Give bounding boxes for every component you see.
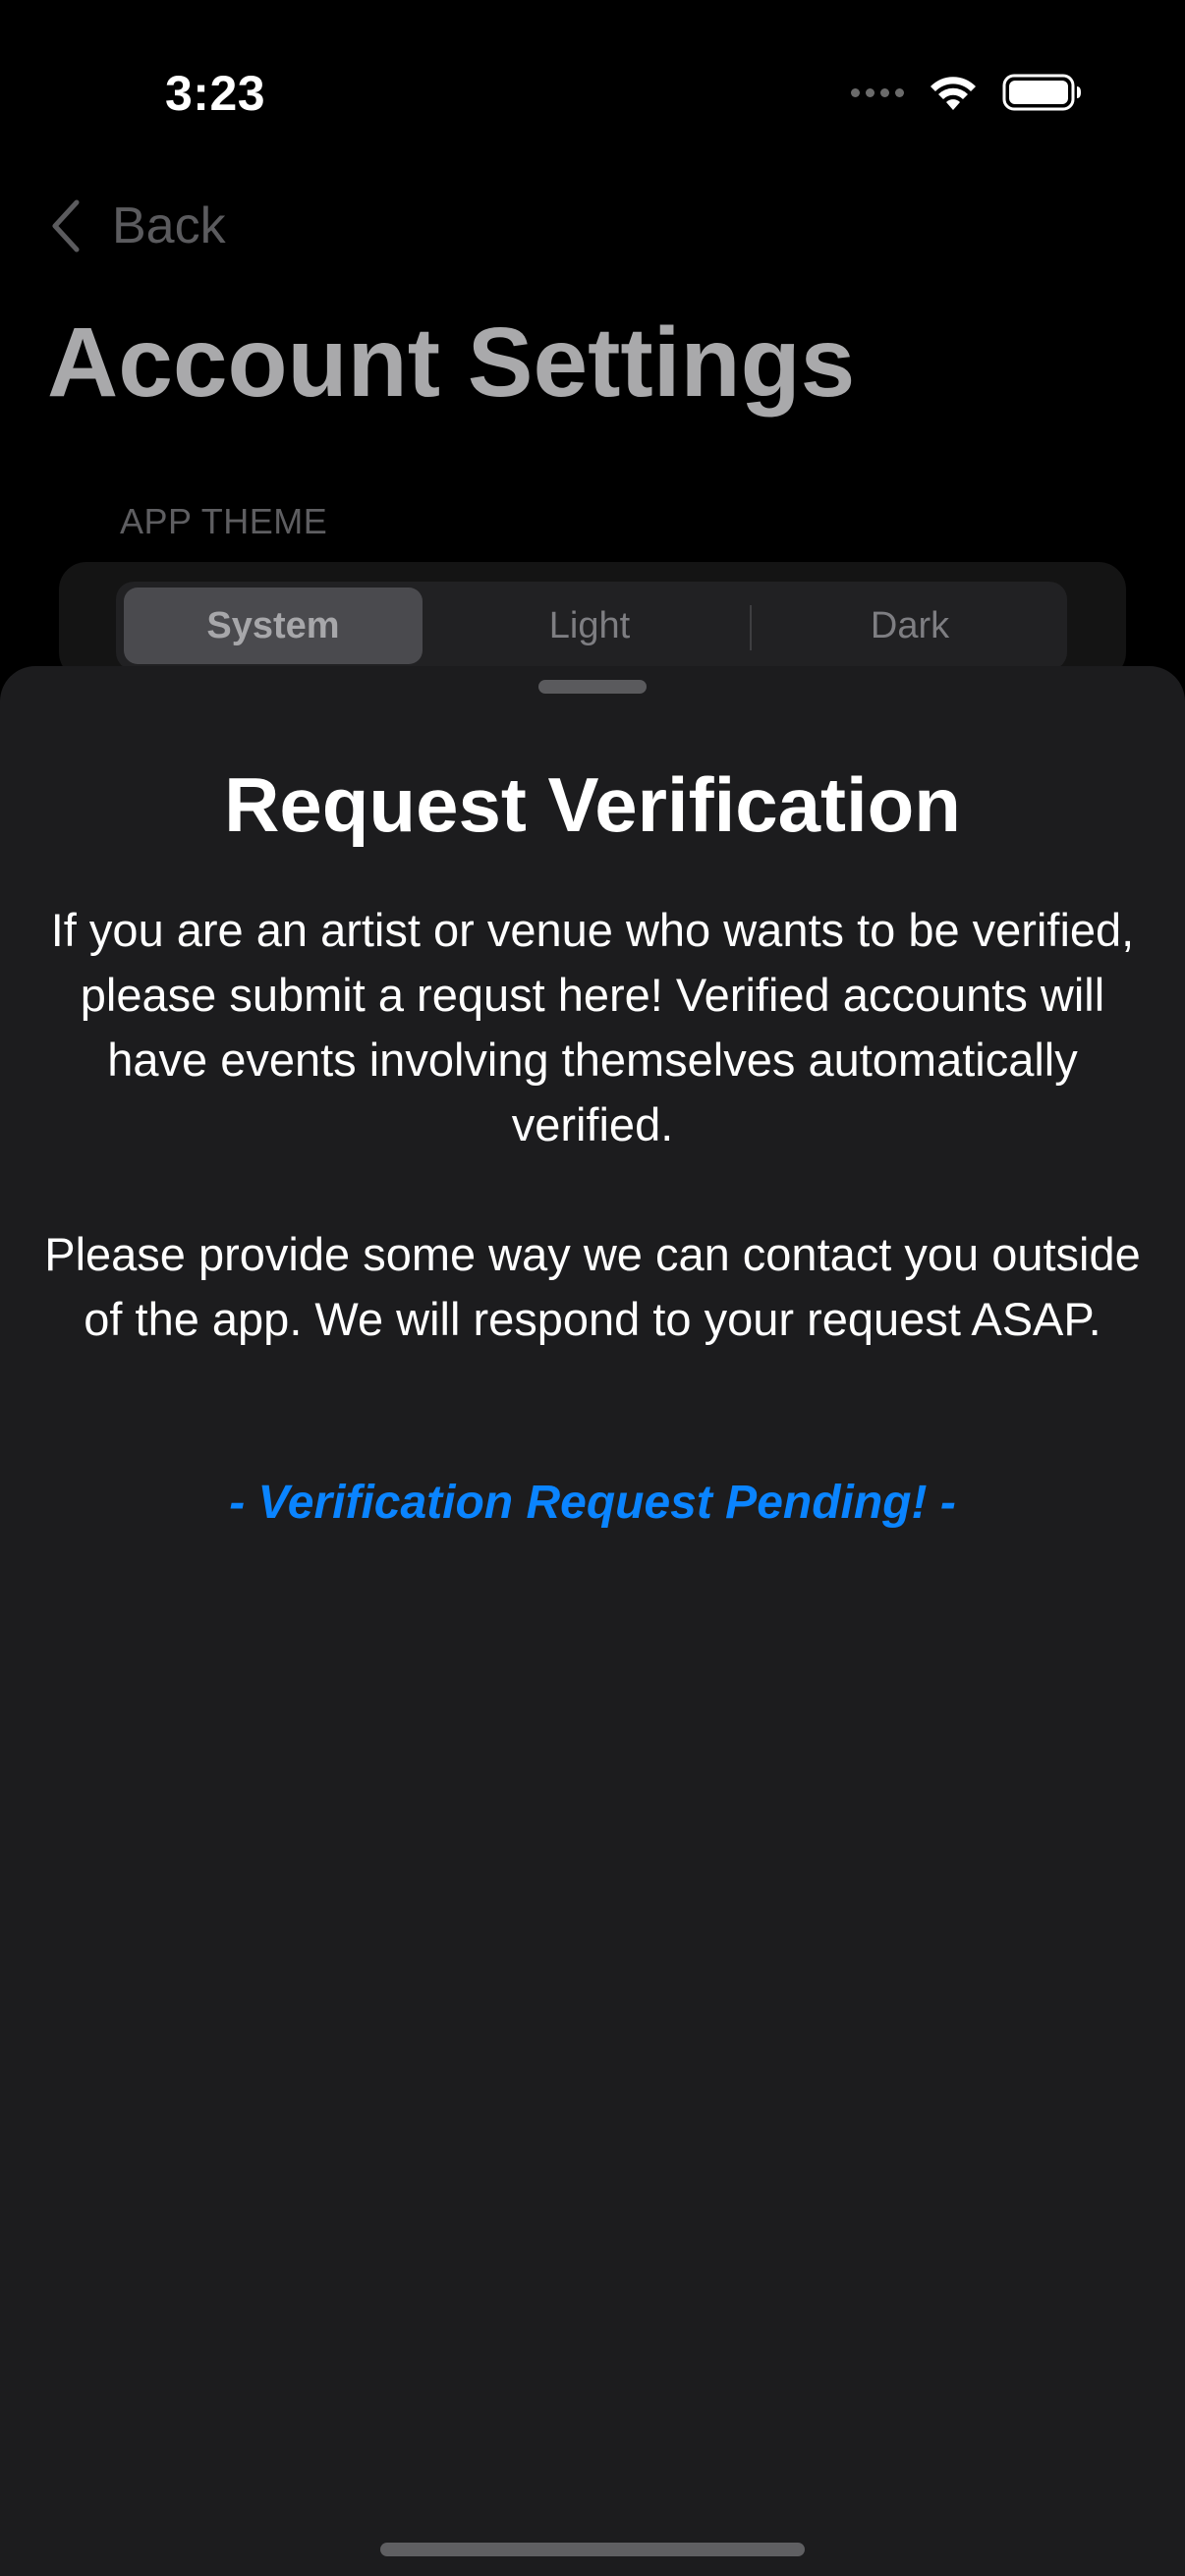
contact-instructions: Please provide some way we can contact y… xyxy=(44,1228,1141,1345)
status-time: 3:23 xyxy=(165,66,266,121)
theme-option-system[interactable]: System xyxy=(124,588,423,664)
wifi-icon xyxy=(931,77,976,110)
cellular-signal-icon xyxy=(851,73,904,112)
status-icons xyxy=(851,73,1083,112)
app-theme-section-label: APP THEME xyxy=(120,501,328,541)
chevron-left-icon xyxy=(52,199,80,252)
request-verification-sheet: Request Verification If you are an artis… xyxy=(0,666,1185,2576)
battery-icon xyxy=(1002,74,1081,111)
sheet-title: Request Verification xyxy=(224,761,961,848)
theme-option-light[interactable]: Light xyxy=(440,588,739,664)
verification-description: If you are an artist or venue who wants … xyxy=(50,904,1135,1150)
segment-divider xyxy=(750,605,752,650)
theme-option-dark[interactable]: Dark xyxy=(761,588,1059,664)
verification-status-text: - Verification Request Pending! - xyxy=(229,1477,956,1529)
back-button[interactable]: Back xyxy=(49,196,226,255)
home-indicator xyxy=(380,2543,805,2556)
back-label: Back xyxy=(112,197,226,254)
page-title: Account Settings xyxy=(47,308,856,418)
sheet-grabber[interactable] xyxy=(538,680,647,694)
theme-segmented-control: System Light Dark xyxy=(116,582,1067,670)
